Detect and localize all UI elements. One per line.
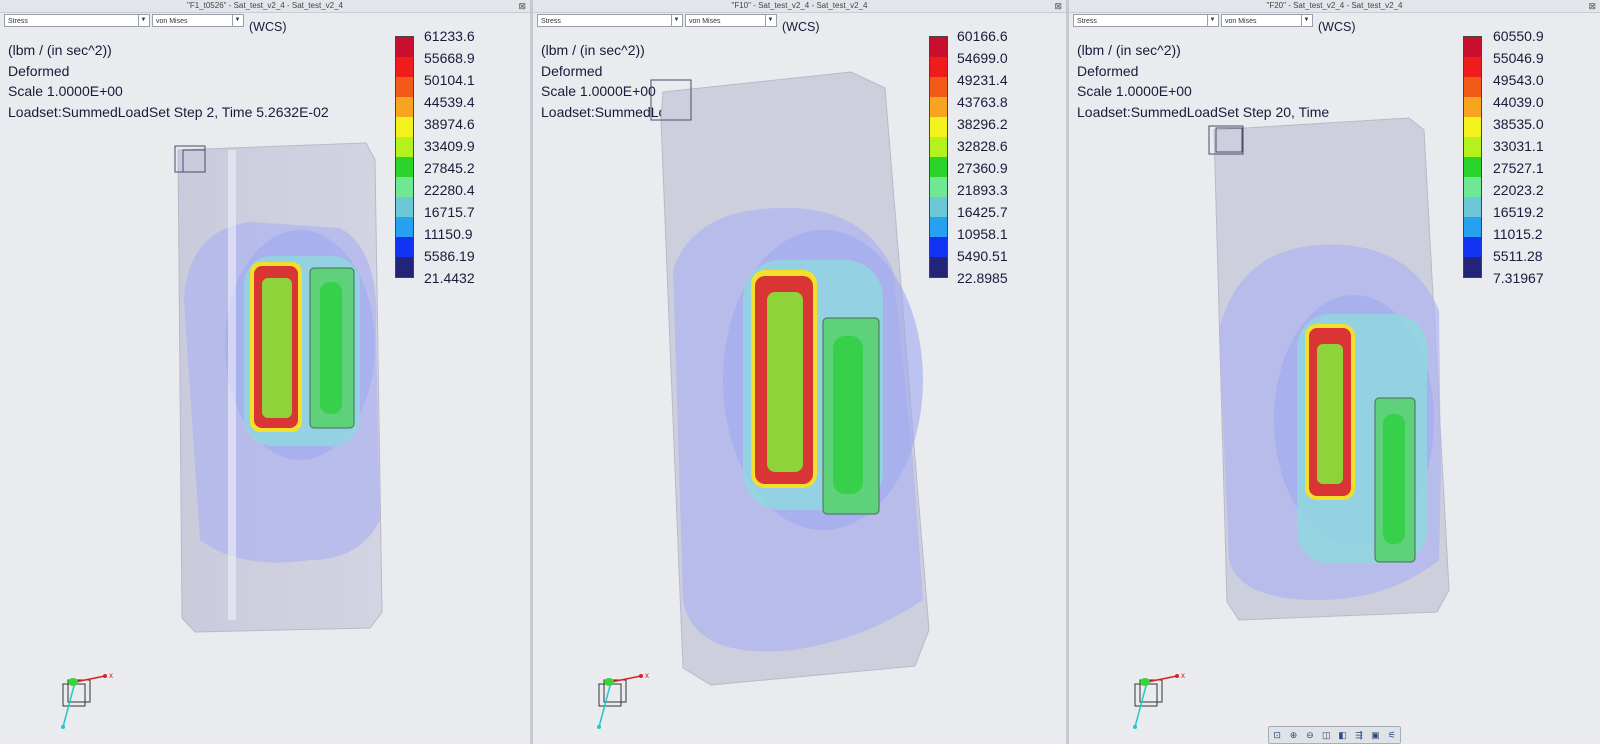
color-legend-bar [395,36,414,278]
legend-swatch [930,137,947,157]
result-window-1: "F1_t0526" - Sat_test_v2_4 - Sat_test_v2… [0,0,530,744]
legend-value: 50104.1 [424,72,475,88]
legend-swatch [396,37,413,57]
legend-value: 7.31967 [1493,270,1544,286]
legend-swatch [1464,197,1481,217]
legend-value: 16425.7 [957,204,1008,220]
legend-swatch [930,217,947,237]
legend-value: 5586.19 [424,248,475,264]
legend-value: 33031.1 [1493,138,1544,154]
triad-x-label: x [109,672,113,680]
legend-value: 44539.4 [424,94,475,110]
legend-swatch [1464,257,1481,277]
legend-value: 21.4432 [424,270,475,286]
legend-swatch [930,177,947,197]
legend-value: 5511.28 [1493,248,1543,264]
legend-value: 22023.2 [1493,182,1544,198]
legend-value: 11015.2 [1493,226,1543,242]
result-window-2: "F10" - Sat_test_v2_4 - Sat_test_v2_4 ⊠ S… [533,0,1066,744]
zoom-out-icon[interactable]: ⊖ [1304,729,1316,741]
legend-value: 55046.9 [1493,50,1544,66]
legend-swatch [930,237,947,257]
legend-value: 49231.4 [957,72,1008,88]
triad-x-label: x [645,672,649,680]
legend-swatch [396,57,413,77]
legend-swatch [1464,97,1481,117]
legend-value: 16519.2 [1493,204,1544,220]
zoom-in-icon[interactable]: ⊕ [1288,729,1300,741]
color-legend-bar [1463,36,1482,278]
legend-swatch [1464,237,1481,257]
legend-swatch [930,97,947,117]
legend-value: 33409.9 [424,138,475,154]
legend-value: 27527.1 [1493,160,1544,176]
legend-swatch [1464,37,1481,57]
legend-swatch [930,257,947,277]
legend-value: 10958.1 [957,226,1008,242]
legend-value: 61233.6 [424,28,475,44]
legend-value: 32828.6 [957,138,1008,154]
legend-swatch [1464,137,1481,157]
coordinate-triad-icon: x [61,672,113,729]
legend-swatch [396,237,413,257]
legend-value: 38296.2 [957,116,1008,132]
legend-value: 21893.3 [957,182,1008,198]
legend-value: 22.8985 [957,270,1008,286]
view-icon[interactable]: ◧ [1337,729,1349,741]
repaint-icon[interactable]: ◫ [1320,729,1332,741]
zoom-fit-icon[interactable]: ⊡ [1271,729,1283,741]
orient-icon[interactable]: ⇶ [1353,729,1365,741]
legend-value: 11150.9 [424,226,473,242]
legend-swatch [930,77,947,97]
legend-value: 22280.4 [424,182,475,198]
legend-swatch [1464,117,1481,137]
legend-value: 38974.6 [424,116,475,132]
legend-value: 55668.9 [424,50,475,66]
legend-swatch [930,57,947,77]
legend-swatch [396,137,413,157]
legend-swatch [930,157,947,177]
triad-x-label: x [1181,672,1185,680]
legend-value: 16715.7 [424,204,475,220]
legend-swatch [1464,217,1481,237]
legend-values: 60166.6 54699.0 49231.4 43763.8 38296.2 … [957,25,1008,289]
legend-swatch [1464,177,1481,197]
legend-swatch [930,117,947,137]
legend-value: 43763.8 [957,94,1008,110]
legend-value: 49543.0 [1493,72,1544,88]
legend-value: 60550.9 [1493,28,1544,44]
section-icon[interactable]: ⚟ [1386,729,1398,741]
legend-values: 61233.6 55668.9 50104.1 44539.4 38974.6 … [424,25,475,289]
result-window-3: "F20" - Sat_test_v2_4 - Sat_test_v2_4 ⊠ S… [1069,0,1600,744]
legend-swatch [930,197,947,217]
legend-value: 54699.0 [957,50,1008,66]
legend-value: 27845.2 [424,160,475,176]
legend-swatch [396,177,413,197]
coordinate-triad-icon: x [1133,672,1185,729]
display-style-icon[interactable]: ▣ [1369,729,1381,741]
legend-swatch [396,257,413,277]
legend-swatch [930,37,947,57]
legend-values: 60550.9 55046.9 49543.0 44039.0 38535.0 … [1493,25,1544,289]
legend-swatch [396,117,413,137]
coordinate-triad-icon: x [597,672,649,729]
legend-swatch [1464,57,1481,77]
legend-swatch [396,157,413,177]
legend-value: 44039.0 [1493,94,1544,110]
view-toolbar: ⊡ ⊕ ⊖ ◫ ◧ ⇶ ▣ ⚟ [1268,726,1401,744]
legend-swatch [1464,77,1481,97]
legend-swatch [396,197,413,217]
legend-swatch [1464,157,1481,177]
legend-value: 27360.9 [957,160,1008,176]
legend-swatch [396,217,413,237]
legend-value: 38535.0 [1493,116,1544,132]
legend-value: 5490.51 [957,248,1008,264]
color-legend-bar [929,36,948,278]
legend-swatch [396,97,413,117]
legend-swatch [396,77,413,97]
legend-value: 60166.6 [957,28,1008,44]
